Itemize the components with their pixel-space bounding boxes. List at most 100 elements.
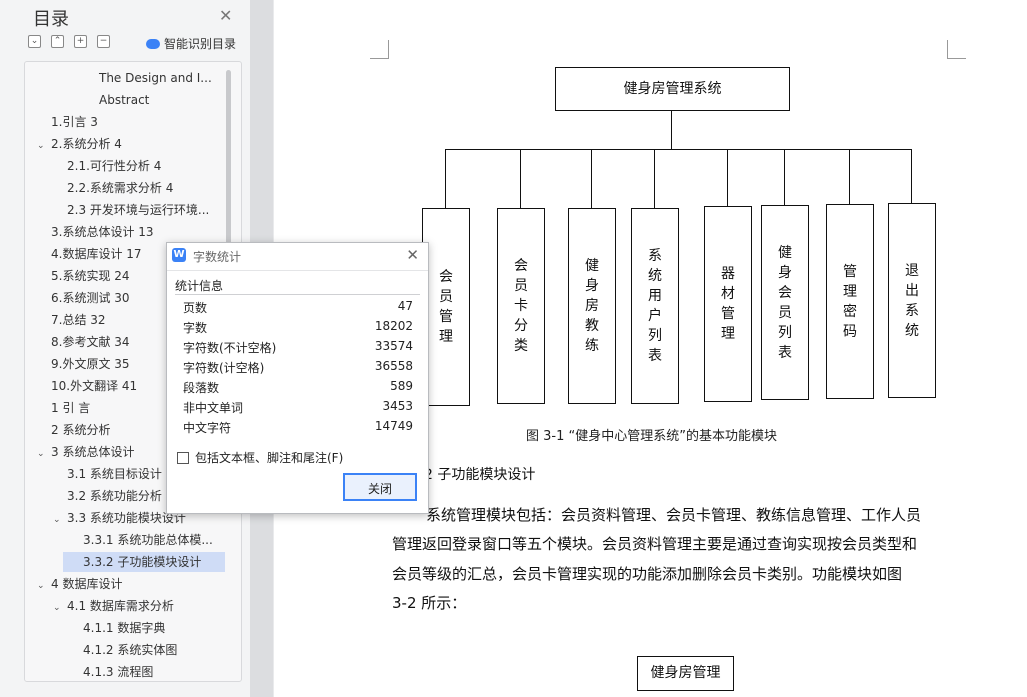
toc-item[interactable]: 2.3 开发环境与运行环境... bbox=[67, 200, 209, 220]
submodule-root-box: 健身房管理 bbox=[637, 656, 734, 691]
module-char: 码 bbox=[843, 323, 857, 340]
toc-item[interactable]: 4.1.2 系统实体图 bbox=[83, 640, 177, 660]
module-char: 分 bbox=[514, 318, 528, 334]
stat-label: 中文字符 bbox=[183, 421, 232, 435]
chevron-down-icon[interactable]: ⌄ bbox=[37, 136, 51, 156]
include-notes-checkbox[interactable]: 包括文本框、脚注和尾注(F) bbox=[177, 449, 343, 466]
ai-toc-button[interactable]: 智能识别目录 bbox=[146, 35, 236, 52]
module-char: 管 bbox=[843, 263, 857, 280]
module-char: 员 bbox=[778, 304, 792, 321]
toc-item[interactable]: 3.系统总体设计 13 bbox=[51, 222, 154, 242]
toc-item[interactable]: 4.数据库设计 17 bbox=[51, 244, 142, 264]
toc-item-label: 5.系统实现 24 bbox=[51, 269, 130, 283]
close-button[interactable]: 关闭 bbox=[343, 473, 417, 501]
stat-row: 中文字符 14749 bbox=[183, 419, 413, 439]
module-char: 练 bbox=[585, 338, 599, 354]
module-char: 用 bbox=[648, 288, 662, 304]
paragraph-line: 3-2 所示： bbox=[392, 594, 467, 612]
toc-item[interactable]: 3.3.1 系统功能总体模... bbox=[83, 530, 213, 550]
module-char: 管 bbox=[721, 306, 735, 322]
remove-heading-icon[interactable]: − bbox=[97, 35, 110, 48]
toc-item[interactable]: 7.总结 32 bbox=[51, 310, 106, 330]
stats-section-label: 统计信息 bbox=[175, 279, 224, 293]
toc-item[interactable]: 3.2 系统功能分析 bbox=[67, 486, 162, 506]
toc-item[interactable]: 2 系统分析 bbox=[51, 420, 110, 440]
toc-item[interactable]: Abstract bbox=[99, 90, 149, 110]
stat-label: 字符数(不计空格) bbox=[183, 341, 277, 355]
toc-item[interactable]: ⌄ 3 系统总体设计 bbox=[37, 442, 134, 462]
chevron-down-icon[interactable]: ⌄ bbox=[37, 576, 51, 596]
module-char: 户 bbox=[648, 308, 662, 324]
module-box: 退出系统 bbox=[888, 203, 936, 398]
stat-value: 3453 bbox=[382, 399, 413, 413]
stat-value: 47 bbox=[397, 299, 413, 313]
module-char: 统 bbox=[648, 268, 662, 284]
module-char: 统 bbox=[905, 322, 919, 339]
module-char: 退 bbox=[905, 262, 919, 279]
checkbox-box[interactable] bbox=[177, 451, 189, 464]
module-char: 卡 bbox=[514, 298, 528, 314]
toc-item[interactable]: ⌄ 4.1 数据库需求分析 bbox=[53, 596, 174, 616]
toc-item-label: 3 系统总体设计 bbox=[51, 445, 135, 459]
stat-value: 14749 bbox=[374, 419, 413, 433]
connector-line bbox=[727, 149, 728, 206]
toc-item-label: 3.1 系统目标设计 bbox=[67, 467, 162, 481]
expand-all-icon[interactable]: ⌃ bbox=[51, 35, 64, 48]
toc-item-label: 4 数据库设计 bbox=[51, 577, 123, 591]
close-sidebar-icon[interactable]: ✕ bbox=[219, 6, 232, 25]
connector-line bbox=[591, 149, 592, 208]
module-char: 健 bbox=[778, 244, 792, 261]
cloud-icon bbox=[146, 38, 160, 49]
toc-item[interactable]: The Design and I... bbox=[99, 68, 212, 88]
toc-item[interactable]: 2.1.可行性分析 4 bbox=[67, 156, 161, 176]
toc-title: 目录 bbox=[33, 9, 69, 30]
toc-item[interactable]: 4.1.3 流程图 bbox=[83, 662, 153, 681]
toc-item-label: 4.1.2 系统实体图 bbox=[83, 643, 178, 657]
toc-item-label: 2.系统分析 4 bbox=[51, 137, 122, 151]
toc-item[interactable]: 1.引言 3 bbox=[51, 112, 98, 132]
toc-item-label: 9.外文原文 35 bbox=[51, 357, 130, 371]
toc-item-label: 4.数据库设计 17 bbox=[51, 247, 142, 261]
dialog-close-icon[interactable]: ✕ bbox=[406, 246, 419, 264]
stat-row: 字数 18202 bbox=[183, 319, 413, 339]
toc-item[interactable]: 10.外文翻译 41 bbox=[51, 376, 137, 396]
connector-line bbox=[849, 149, 850, 204]
toc-item[interactable]: 2.2.系统需求分析 4 bbox=[67, 178, 173, 198]
toc-item-label: 3.3.1 系统功能总体模... bbox=[83, 533, 213, 547]
toc-item[interactable]: 1 引 言 bbox=[51, 398, 90, 418]
toc-item-label: The Design and I... bbox=[99, 71, 212, 85]
collapse-all-icon[interactable]: ⌄ bbox=[28, 35, 41, 48]
module-char: 系 bbox=[905, 302, 919, 319]
toc-item[interactable]: 9.外文原文 35 bbox=[51, 354, 130, 374]
toc-item-label: 8.参考文献 34 bbox=[51, 335, 130, 349]
toc-item[interactable]: 3.1 系统目标设计 bbox=[67, 464, 162, 484]
toc-item[interactable]: 3.3.2 子功能模块设计 bbox=[63, 552, 226, 572]
chevron-down-icon[interactable]: ⌄ bbox=[37, 444, 51, 464]
stat-row: 非中文单词 3453 bbox=[183, 399, 413, 419]
module-char: 会 bbox=[439, 269, 453, 285]
module-char: 身 bbox=[585, 278, 599, 294]
stat-label: 非中文单词 bbox=[183, 401, 244, 415]
toc-item[interactable]: 4.1.1 数据字典 bbox=[83, 618, 165, 638]
module-char: 房 bbox=[585, 298, 599, 314]
chevron-down-icon[interactable]: ⌄ bbox=[53, 510, 67, 530]
module-box: 健身会员列表 bbox=[761, 205, 809, 400]
toc-item[interactable]: ⌄ 4 数据库设计 bbox=[37, 574, 122, 594]
module-box: 系统用户列表 bbox=[631, 208, 679, 404]
chevron-down-icon[interactable]: ⌄ bbox=[53, 598, 67, 618]
toc-item[interactable]: 6.系统测试 30 bbox=[51, 288, 130, 308]
toc-item-label: 2.2.系统需求分析 4 bbox=[67, 181, 174, 195]
toc-item[interactable]: ⌄ 2.系统分析 4 bbox=[37, 134, 122, 154]
toc-item[interactable]: 5.系统实现 24 bbox=[51, 266, 130, 286]
module-char: 会 bbox=[778, 284, 792, 301]
module-char: 理 bbox=[843, 283, 857, 300]
dialog-titlebar[interactable]: W 字数统计 ✕ bbox=[167, 243, 428, 271]
margin-corner-mark bbox=[370, 40, 389, 59]
stat-row: 页数 47 bbox=[183, 299, 413, 319]
toc-item[interactable]: 8.参考文献 34 bbox=[51, 332, 130, 352]
section-divider bbox=[175, 294, 420, 295]
paragraph-line: 系统管理模块包括：会员资料管理、会员卡管理、教练信息管理、工作人员 bbox=[426, 506, 922, 524]
module-char: 密 bbox=[843, 303, 857, 320]
stat-label: 段落数 bbox=[183, 381, 220, 395]
add-heading-icon[interactable]: + bbox=[74, 35, 87, 48]
